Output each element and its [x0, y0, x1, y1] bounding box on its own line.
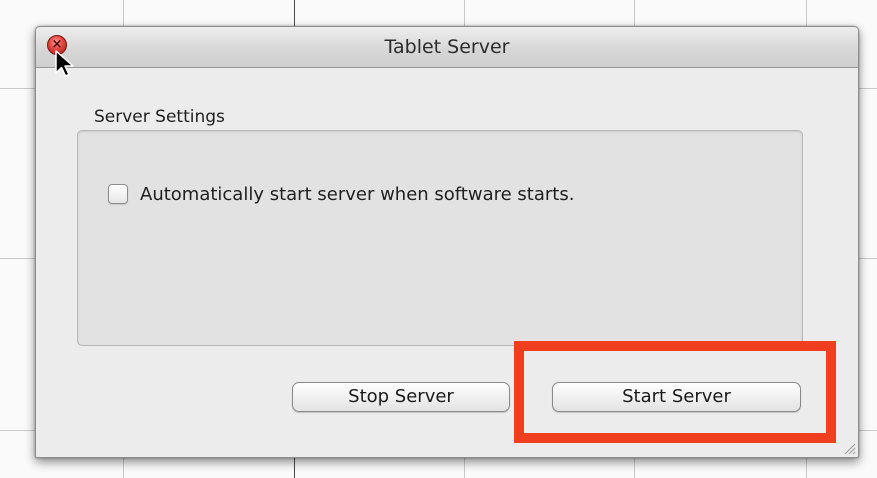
- server-settings-group: Automatically start server when software…: [77, 130, 803, 346]
- window-title: Tablet Server: [384, 36, 510, 58]
- cursor-icon: [55, 50, 74, 77]
- server-settings-label: Server Settings: [94, 107, 225, 127]
- auto-start-label[interactable]: Automatically start server when software…: [140, 184, 574, 205]
- resize-grip-icon[interactable]: [842, 441, 856, 455]
- auto-start-checkbox[interactable]: [108, 184, 128, 204]
- highlight-annotation: [514, 341, 836, 443]
- title-bar[interactable]: Tablet Server ×: [36, 27, 858, 68]
- auto-start-option[interactable]: Automatically start server when software…: [108, 181, 574, 207]
- stop-server-button[interactable]: Stop Server: [292, 382, 510, 412]
